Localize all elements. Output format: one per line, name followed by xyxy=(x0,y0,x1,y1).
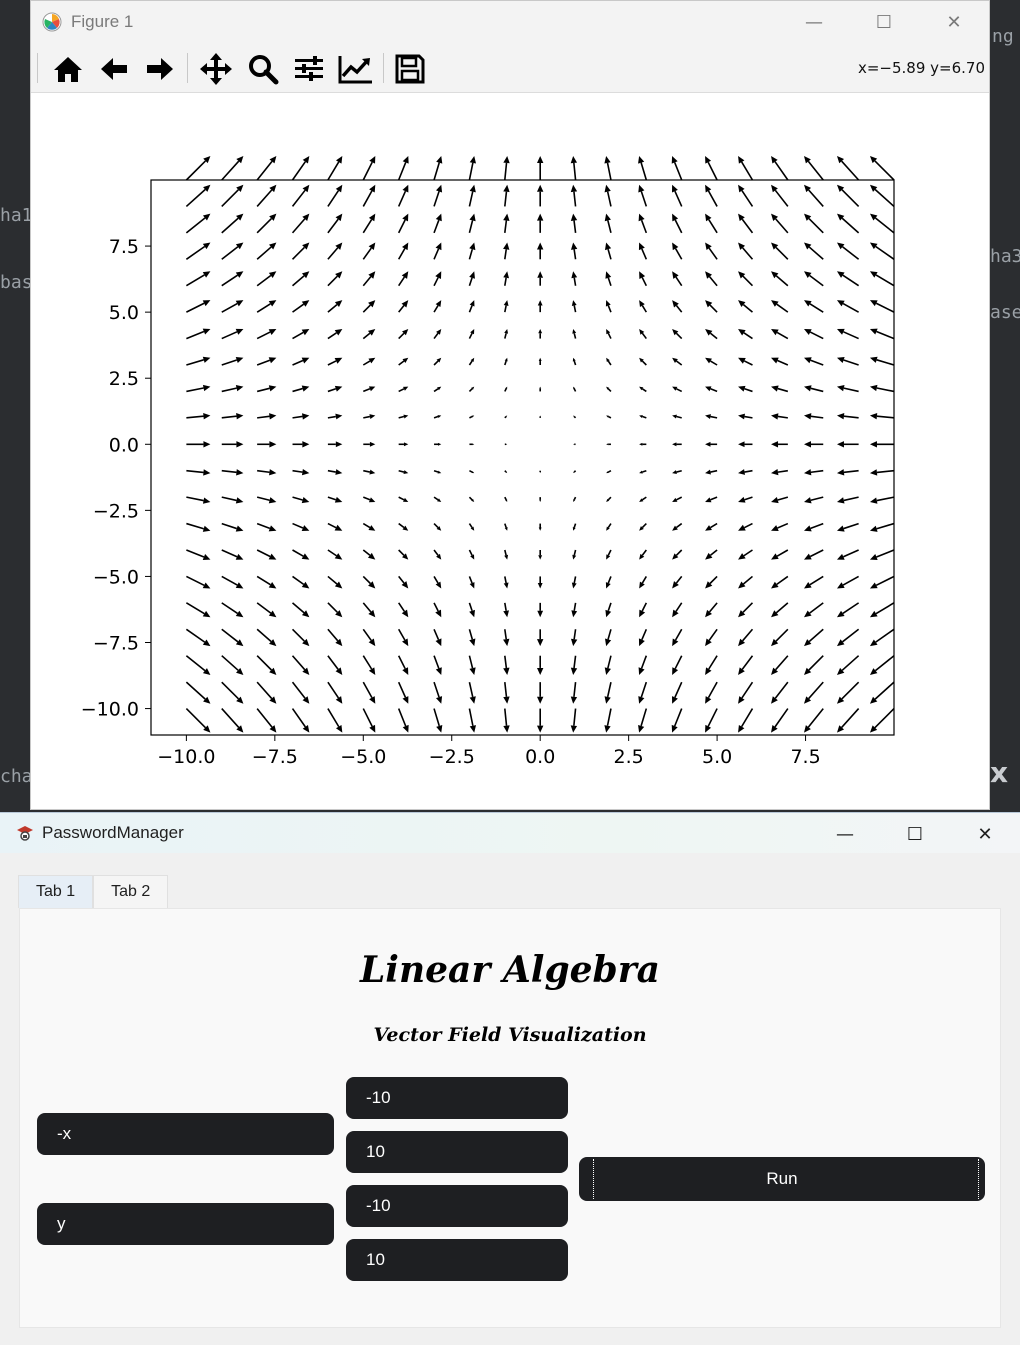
tab-panel: Linear Algebra Vector Field Visualizatio… xyxy=(19,908,1001,1328)
toolbar-separator xyxy=(37,53,38,83)
vector-arrow xyxy=(606,162,612,181)
x-tick-label: −5.0 xyxy=(340,746,386,768)
y-tick-label: 5.0 xyxy=(109,302,139,324)
vector-arrow xyxy=(433,162,441,181)
y-tick-label: 2.5 xyxy=(109,368,139,390)
configure-subplots-icon[interactable] xyxy=(290,51,328,87)
window-title: PasswordManager xyxy=(42,823,184,842)
vector-arrowhead xyxy=(638,155,645,164)
cursor-coordinates: x=−5.89 y=6.70 xyxy=(857,59,985,77)
page-subtitle: Vector Field Visualization xyxy=(373,1024,647,1046)
vector-arrowhead xyxy=(536,155,544,163)
vector-arrowhead xyxy=(570,155,578,164)
background-text: ng xyxy=(992,26,1014,47)
y-tick-label: −7.5 xyxy=(93,633,139,655)
vector-arrow xyxy=(291,161,306,181)
vector-arrowhead xyxy=(469,155,477,164)
y-min-input[interactable]: -10 xyxy=(346,1185,568,1227)
u-expression-input[interactable]: -x xyxy=(37,1113,334,1155)
focus-ring xyxy=(593,1159,979,1199)
maximize-button[interactable]: ☐ xyxy=(880,813,950,855)
x-tick-label: −2.5 xyxy=(429,746,475,768)
run-button[interactable]: Run xyxy=(579,1157,985,1201)
tab-bar: Tab 1 Tab 2 xyxy=(18,875,169,909)
close-button[interactable]: ✕ xyxy=(950,813,1020,855)
background-text: ha1 xyxy=(0,205,33,226)
background-text: ha3 xyxy=(990,246,1020,267)
figure-title: Figure 1 xyxy=(71,12,134,31)
tab-1[interactable]: Tab 1 xyxy=(18,875,94,908)
y-max-input[interactable]: 10 xyxy=(346,1239,568,1281)
vector-arrow xyxy=(640,162,648,181)
background-text: ase xyxy=(990,302,1020,323)
x-tick-label: −7.5 xyxy=(252,746,298,768)
vector-arrow xyxy=(362,161,373,181)
vector-arrow xyxy=(573,162,577,181)
page-title: Linear Algebra xyxy=(359,949,661,991)
x-tick-label: 7.5 xyxy=(790,746,820,768)
edit-axis-icon[interactable] xyxy=(337,51,375,87)
vector-arrow xyxy=(504,162,508,181)
vector-arrow xyxy=(707,161,718,181)
vector-arrow xyxy=(256,160,273,181)
x-tick-label: −10.0 xyxy=(157,746,215,768)
figure-titlebar: Figure 1 — ☐ ✕ xyxy=(31,1,989,43)
background-text: bas xyxy=(0,272,33,293)
vector-arrow xyxy=(740,161,754,181)
matplotlib-logo-icon xyxy=(41,11,63,33)
vector-arrow xyxy=(504,470,507,473)
vector-arrow xyxy=(774,161,789,181)
y-tick-label: −5.0 xyxy=(93,566,139,588)
vector-arrowhead xyxy=(302,155,310,164)
toolbar-separator xyxy=(383,53,384,83)
password-manager-window: PasswordManager — ☐ ✕ Tab 1 Tab 2 Linear… xyxy=(0,812,1020,1345)
vector-arrow xyxy=(185,160,207,181)
y-tick-label: −2.5 xyxy=(93,500,139,522)
vector-arrow xyxy=(841,160,860,181)
close-button[interactable]: ✕ xyxy=(919,1,989,43)
vector-arrow xyxy=(221,160,240,181)
vector-arrow xyxy=(504,415,507,419)
x-tick-label: 5.0 xyxy=(702,746,732,768)
vector-arrow xyxy=(573,415,577,419)
figure-window: Figure 1 — ☐ ✕ x=−5.89 y=6.70 −10.0 −7.5… xyxy=(30,0,990,810)
y-tick-label: 0.0 xyxy=(109,434,139,456)
vector-field-plot[interactable]: −10.0 −7.5 −5.0 −2.5 0.0 2.5 5.0 7.5 7.5 5.0 2.5 0.… xyxy=(31,93,989,809)
maximize-button[interactable]: ☐ xyxy=(849,1,919,43)
password-manager-titlebar: PasswordManager — ☐ ✕ xyxy=(0,813,1020,853)
zoom-icon[interactable] xyxy=(244,51,282,87)
vector-arrow xyxy=(573,470,577,473)
home-icon[interactable] xyxy=(49,51,87,87)
tab-2[interactable]: Tab 2 xyxy=(93,875,169,908)
plot-toolbar: x=−5.89 y=6.70 xyxy=(31,43,989,93)
x-tick-label: 2.5 xyxy=(614,746,644,768)
vector-arrowhead xyxy=(503,155,510,164)
back-icon[interactable] xyxy=(95,51,133,87)
pan-icon[interactable] xyxy=(197,51,235,87)
vector-arrow xyxy=(673,162,683,181)
vector-arrow xyxy=(874,160,895,181)
save-icon[interactable] xyxy=(391,51,429,87)
vector-arrowhead xyxy=(436,155,443,164)
toolbar-separator xyxy=(187,53,188,83)
v-expression-input[interactable]: y xyxy=(37,1203,334,1245)
y-tick-label: 7.5 xyxy=(109,236,139,258)
x-tick-label: 0.0 xyxy=(525,746,555,768)
vector-arrow xyxy=(807,160,824,181)
x-max-input[interactable]: 10 xyxy=(346,1131,568,1173)
plot-area xyxy=(150,179,895,736)
forward-icon[interactable] xyxy=(141,51,179,87)
x-min-input[interactable]: -10 xyxy=(346,1077,568,1119)
minimize-button[interactable]: — xyxy=(779,1,849,43)
vector-arrow xyxy=(327,161,340,181)
vector-arrowhead xyxy=(604,155,611,164)
vector-arrow xyxy=(397,162,407,181)
background-text: x xyxy=(990,756,1009,789)
vector-arrowhead xyxy=(771,155,778,164)
app-icon xyxy=(14,822,36,844)
y-tick-label: −10.0 xyxy=(81,699,139,721)
minimize-button[interactable]: — xyxy=(810,813,880,855)
vector-arrow xyxy=(468,162,474,181)
